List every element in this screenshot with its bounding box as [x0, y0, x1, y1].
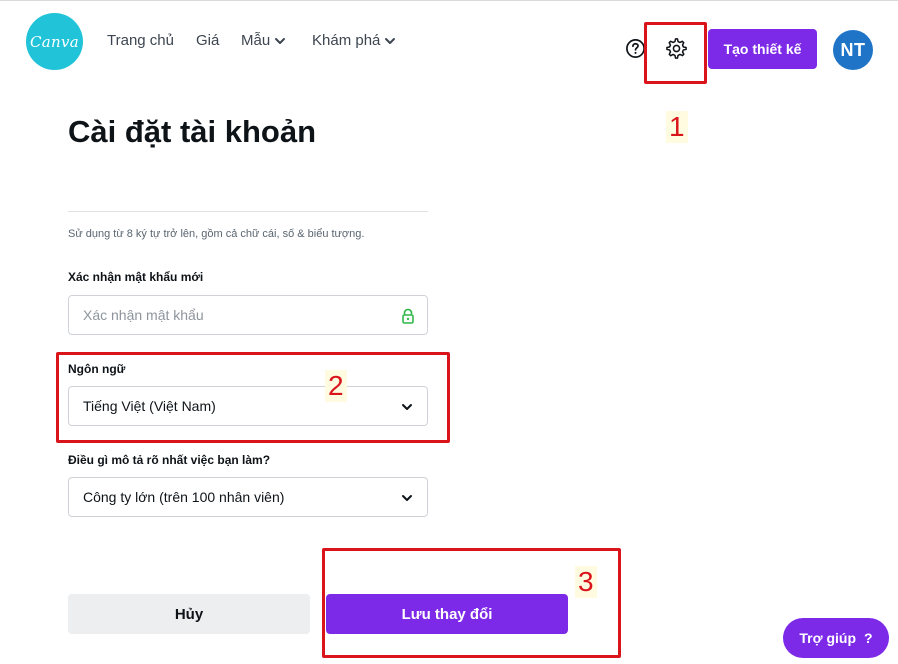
nav-item-home[interactable]: Trang chủ: [107, 32, 174, 49]
confirm-password-field[interactable]: Xác nhận mật khẩu: [68, 295, 428, 335]
confirm-password-label: Xác nhận mật khẩu mới: [68, 270, 204, 284]
nav-item-templates[interactable]: Mẫu: [241, 32, 286, 49]
create-design-button[interactable]: Tạo thiết kế: [708, 29, 817, 69]
cancel-button[interactable]: Hủy: [68, 594, 310, 634]
window-top-border: [0, 0, 898, 4]
occupation-select[interactable]: Công ty lớn (trên 100 nhân viên): [68, 477, 428, 517]
occupation-selected-value: Công ty lớn (trên 100 nhân viên): [83, 489, 285, 505]
chevron-down-icon: [402, 495, 412, 501]
annotation-box-settings: [644, 22, 707, 84]
nav-item-label: Mẫu: [241, 32, 271, 49]
question-icon: ?: [864, 630, 873, 646]
avatar[interactable]: NT: [833, 30, 873, 70]
annotation-number-2: 2: [325, 370, 347, 402]
help-button[interactable]: Trợ giúp ?: [783, 618, 889, 658]
nav-item-pricing[interactable]: Giá: [196, 32, 219, 49]
annotation-box-save: [322, 548, 621, 658]
nav-item-label: Giá: [196, 32, 220, 49]
canva-logo[interactable]: Canva: [26, 13, 83, 70]
nav-item-label: Khám phá: [312, 32, 381, 49]
question-circle-icon[interactable]: [625, 38, 646, 59]
page-title: Cài đặt tài khoản: [68, 114, 317, 149]
nav-item-discover[interactable]: Khám phá: [312, 32, 396, 49]
chevron-down-icon: [275, 37, 286, 44]
chevron-down-icon: [385, 37, 396, 44]
nav-item-label: Trang chủ: [107, 32, 174, 49]
occupation-label: Điều gì mô tả rõ nhất việc bạn làm?: [68, 453, 271, 467]
annotation-number-1: 1: [666, 111, 688, 143]
help-button-label: Trợ giúp: [799, 630, 857, 646]
password-hint: Sử dụng từ 8 ký tự trở lên, gồm cả chữ c…: [68, 228, 365, 240]
confirm-password-placeholder: Xác nhận mật khẩu: [83, 307, 204, 323]
annotation-box-language: [56, 352, 450, 443]
lock-icon: [402, 308, 414, 324]
annotation-number-3: 3: [575, 566, 597, 598]
section-divider: [68, 211, 428, 212]
